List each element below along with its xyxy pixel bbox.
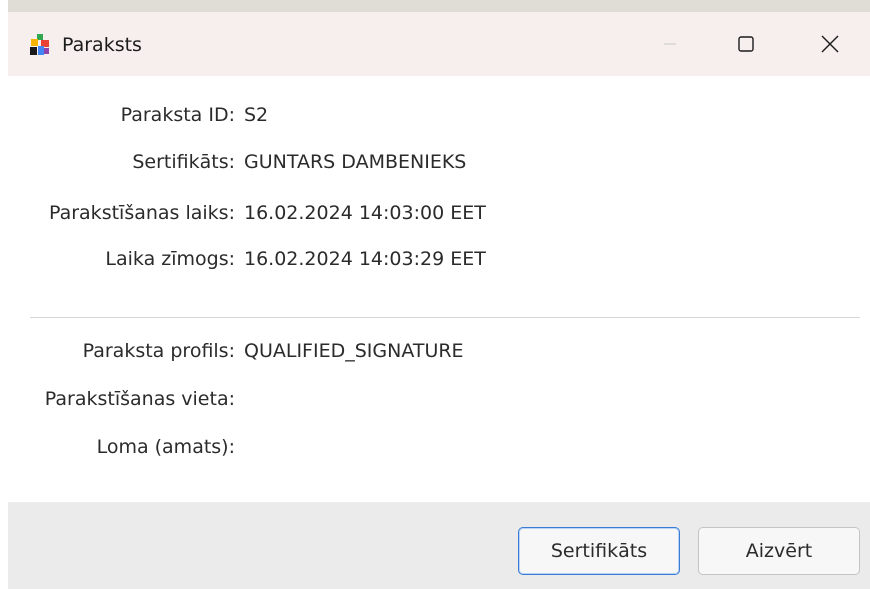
- field-value: GUNTARS DAMBENIEKS: [244, 151, 467, 173]
- field-value: 16.02.2024 14:03:00 EET: [244, 202, 486, 224]
- field-label: Paraksta profils:: [82, 340, 235, 362]
- field-label: Sertifikāts:: [132, 151, 235, 173]
- minimize-button[interactable]: [640, 12, 700, 76]
- close-window-button[interactable]: [800, 12, 860, 76]
- close-icon: [821, 35, 839, 53]
- field-label: Loma (amats):: [96, 436, 235, 458]
- certificate-button[interactable]: Sertifikāts: [518, 527, 680, 575]
- window-title: Paraksts: [62, 34, 142, 56]
- field-label: Paraksta ID:: [120, 104, 235, 126]
- dialog-footer: Sertifikāts Aizvērt: [8, 502, 870, 589]
- field-label: Parakstīšanas vieta:: [44, 388, 235, 410]
- maximize-button[interactable]: [716, 12, 776, 76]
- field-value: S2: [244, 104, 269, 126]
- close-button[interactable]: Aizvērt: [698, 527, 860, 575]
- field-label: Laika zīmogs:: [105, 248, 235, 270]
- maximize-icon: [738, 36, 754, 52]
- section-divider: [30, 317, 860, 318]
- signature-details-panel: Paraksta ID: S2 Sertifikāts: GUNTARS DAM…: [8, 76, 870, 502]
- window-top-edge: [8, 0, 870, 12]
- field-value: 16.02.2024 14:03:29 EET: [244, 248, 486, 270]
- field-value: QUALIFIED_SIGNATURE: [244, 340, 464, 362]
- title-bar[interactable]: Paraksts: [8, 12, 870, 76]
- minimize-icon: [664, 43, 676, 45]
- field-label: Parakstīšanas laiks:: [48, 202, 235, 224]
- app-puzzle-icon: [30, 34, 49, 55]
